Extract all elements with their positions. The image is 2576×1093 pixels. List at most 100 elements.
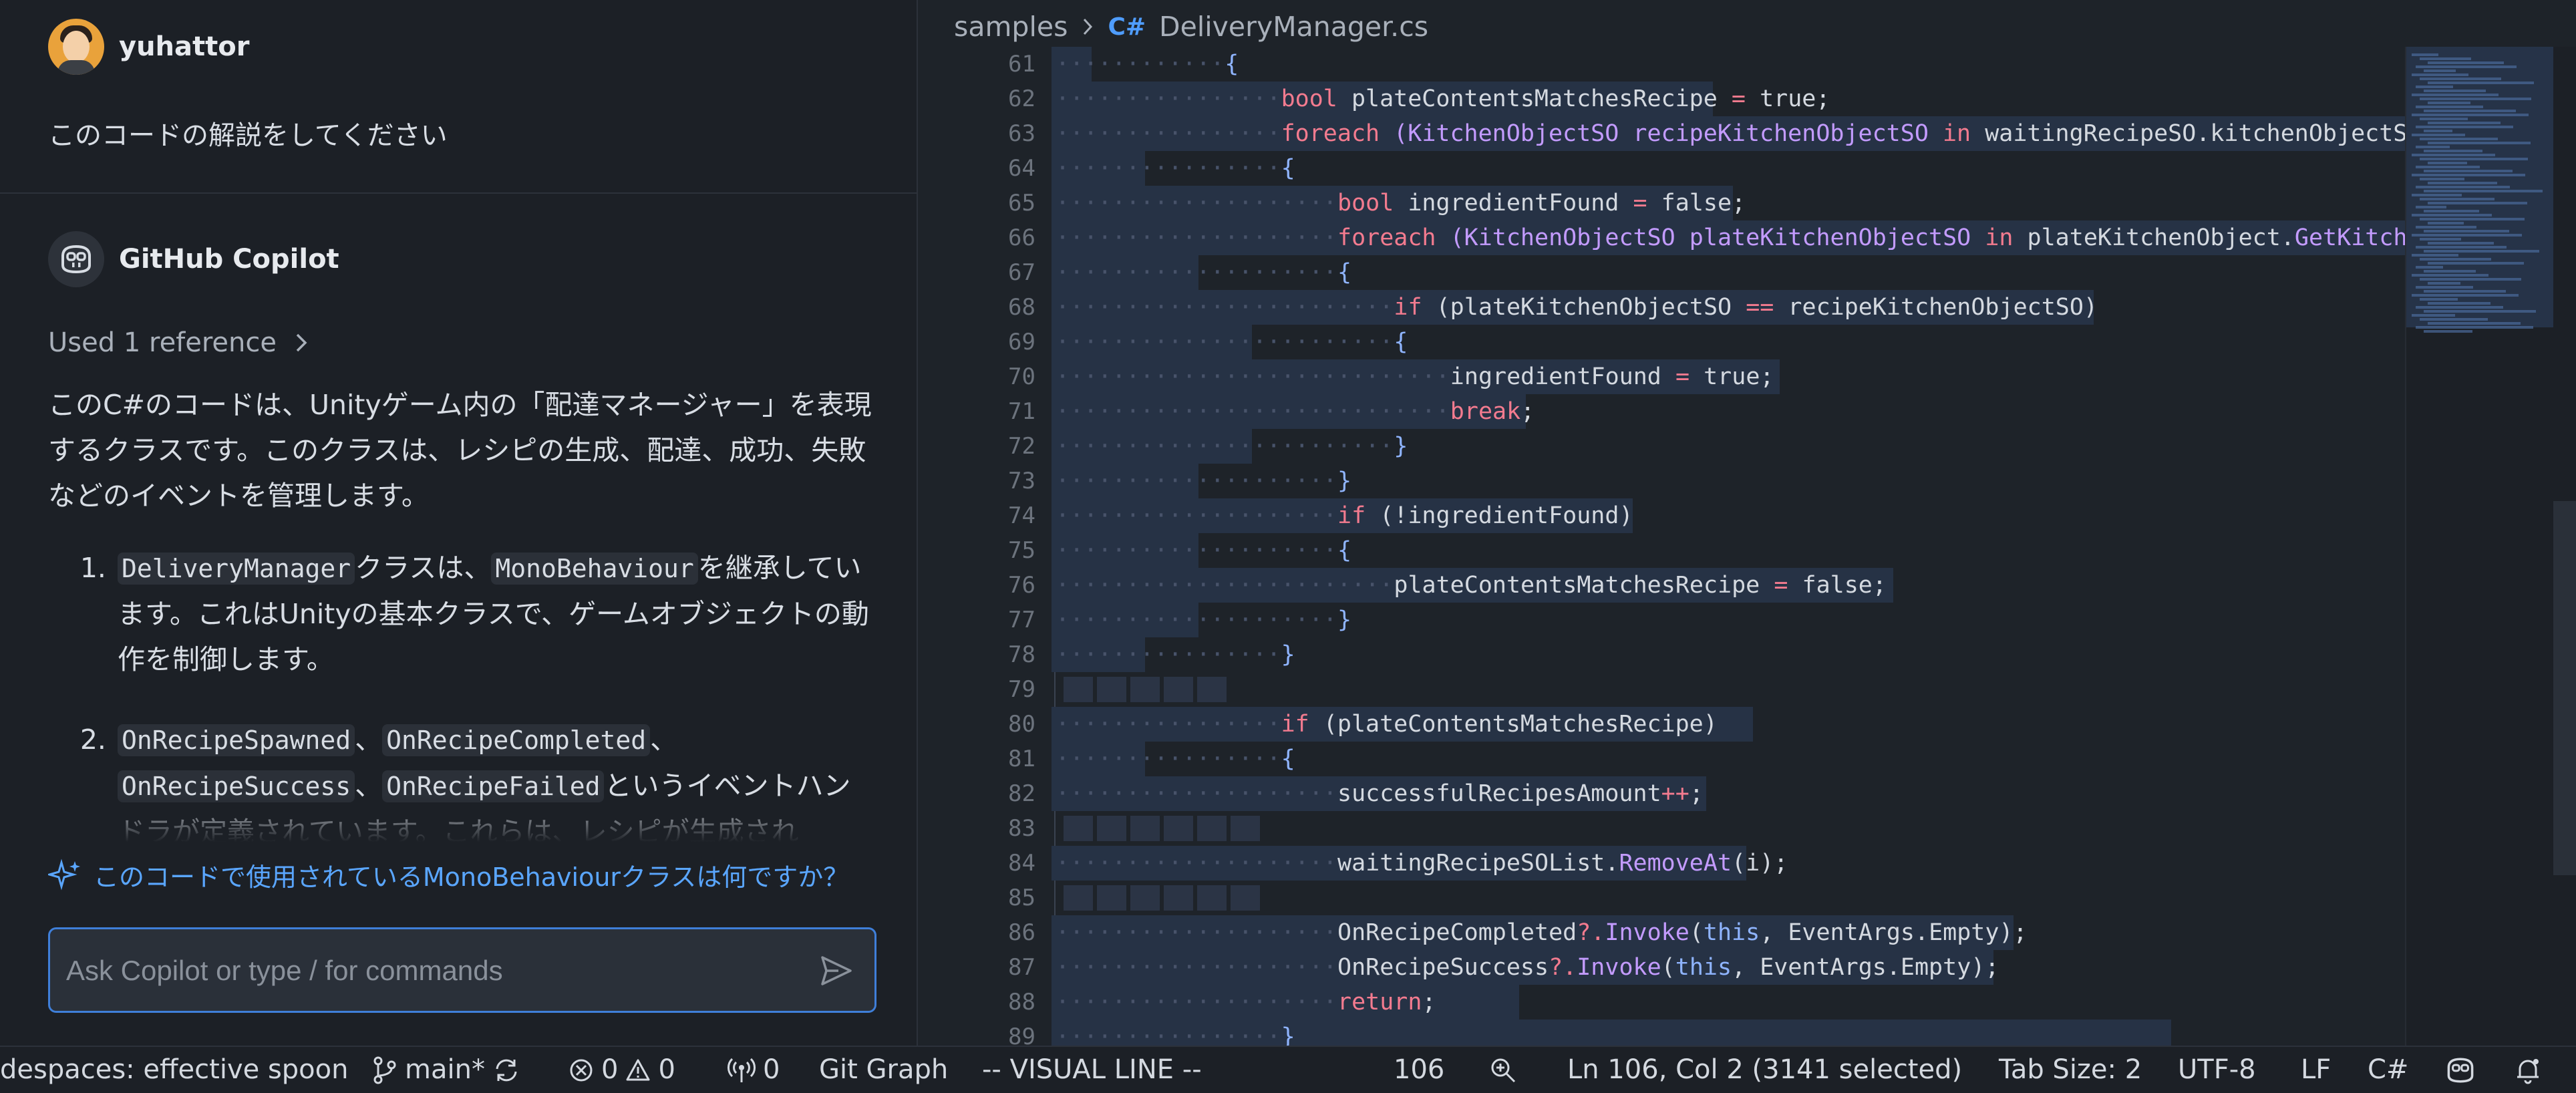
minimap-line xyxy=(2428,302,2490,305)
code-line[interactable]: 72 ························} xyxy=(918,429,2405,464)
code-text: { xyxy=(1225,51,1239,77)
zoom-icon xyxy=(1491,1058,1516,1082)
language-mode[interactable]: C# xyxy=(2368,1047,2408,1093)
chat-input[interactable] xyxy=(65,929,789,1012)
code-area[interactable]: 61 ············{62 ················ bool pl… xyxy=(918,47,2422,1046)
send-icon[interactable] xyxy=(817,952,854,989)
line-number: 79 xyxy=(1008,676,1035,703)
minimap-line xyxy=(2428,222,2464,224)
code-line[interactable]: 83 xyxy=(918,811,2405,846)
chat-input-box xyxy=(48,927,876,1013)
code-line[interactable]: 69 ························{ xyxy=(918,325,2405,359)
minimap-line xyxy=(2412,73,2468,76)
encoding[interactable]: UTF-8 xyxy=(2178,1047,2256,1093)
code-line[interactable]: 81 ················{ xyxy=(918,742,2405,776)
branch-status[interactable]: main* xyxy=(371,1047,521,1093)
code-line[interactable]: 88 ···················· return; xyxy=(918,985,2405,1020)
codespace-status[interactable]: despaces: effective spoon xyxy=(0,1047,348,1093)
minimap-line xyxy=(2428,202,2527,204)
code-text: if (!ingredientFound) xyxy=(1337,502,1633,529)
minimap-line xyxy=(2420,258,2491,261)
error-count: 0 xyxy=(601,1054,619,1085)
whitespace-dots: ················ xyxy=(1056,1024,1281,1046)
whitespace-dots: ···················· xyxy=(1056,607,1337,633)
encoding-label: UTF-8 xyxy=(2178,1054,2256,1085)
code-line[interactable]: 62 ················ bool plateContentsMatc… xyxy=(918,82,2405,116)
code-line[interactable]: 73 ····················} xyxy=(918,464,2405,498)
code-line[interactable]: 61 ············{ xyxy=(918,47,2405,82)
line-number: 67 xyxy=(1008,259,1035,286)
code-line[interactable]: 66 ···················· foreach (KitchenOb… xyxy=(918,220,2422,255)
end-of-line[interactable]: LF xyxy=(2301,1047,2331,1093)
code-line[interactable]: 64 ················{ xyxy=(918,151,2405,186)
tab-size[interactable]: Tab Size: 2 xyxy=(1999,1047,2142,1093)
code-text: } xyxy=(1281,1024,1295,1046)
code-text: bool ingredientFound = false; xyxy=(1337,190,1746,216)
code-line[interactable]: 70 ···························· ingredient… xyxy=(918,359,2405,394)
list-text: クラスは、 xyxy=(355,552,492,584)
code-line[interactable]: 76 ························ plateContentsM… xyxy=(918,568,2405,603)
code-line[interactable]: 89 ················} xyxy=(918,1020,2405,1046)
minimap-line xyxy=(2428,322,2521,325)
scrollbar-thumb[interactable] xyxy=(2553,501,2576,875)
code-line[interactable]: 82 ···················· successfulRecipesA… xyxy=(918,776,2405,811)
line-number: 65 xyxy=(1008,190,1035,216)
user-avatar xyxy=(48,19,104,75)
used-reference-toggle[interactable]: Used 1 reference xyxy=(48,327,309,358)
minimap-line xyxy=(2416,126,2513,128)
copilot-status[interactable] xyxy=(2444,1047,2477,1093)
vim-mode-label: -- VISUAL LINE -- xyxy=(982,1054,1202,1085)
line-number: 84 xyxy=(1008,850,1035,877)
error-icon xyxy=(570,1059,593,1081)
code-line[interactable]: 74 ···················· if (!ingredientFou… xyxy=(918,498,2405,533)
code-line[interactable]: 63 ················ foreach (KitchenObject… xyxy=(918,116,2421,151)
minimap-line xyxy=(2416,286,2473,289)
csharp-file-icon: C# xyxy=(1108,13,1146,41)
minimap-line xyxy=(2424,170,2513,172)
breadcrumb-file[interactable]: DeliveryManager.cs xyxy=(1159,11,1428,43)
whitespace-dots: ···················· xyxy=(1056,989,1337,1016)
copilot-chat-panel: yuhattor このコードの解説をしてください GitHub Copilot … xyxy=(0,0,918,1046)
code-line[interactable]: 86 ···················· OnRecipeCompleted?… xyxy=(918,915,2405,950)
copilot-icon xyxy=(2447,1058,2474,1082)
minimap-line xyxy=(2424,190,2543,192)
cursor-position[interactable]: Ln 106, Col 2 (3141 selected) xyxy=(1567,1047,1962,1093)
notifications-button[interactable] xyxy=(2513,1047,2543,1093)
ports-status[interactable]: 0 xyxy=(727,1047,780,1093)
minimap[interactable] xyxy=(2405,47,2576,1046)
line-number: 78 xyxy=(1008,641,1035,668)
git-graph-button[interactable]: Git Graph xyxy=(819,1047,948,1093)
zoom-button[interactable] xyxy=(1488,1047,1518,1093)
code-line[interactable]: 84 ···················· waitingRecipeSOLis… xyxy=(918,846,2405,881)
whitespace-dots: ···················· xyxy=(1056,780,1337,807)
code-line[interactable]: 80 ················ if (plateContentsMatch… xyxy=(918,707,2405,742)
code-text: OnRecipeCompleted?.Invoke(this, EventArg… xyxy=(1337,919,2028,946)
git-graph-label: Git Graph xyxy=(819,1054,949,1085)
code-line[interactable]: 79 xyxy=(918,672,2405,707)
problems-status[interactable]: 0 0 xyxy=(568,1047,675,1093)
code-line[interactable]: 68 ························ if (plateKitch… xyxy=(918,290,2405,325)
code-line[interactable]: 77 ····················} xyxy=(918,603,2405,637)
code-line[interactable]: 65 ···················· bool ingredientFou… xyxy=(918,186,2405,220)
minimap-line xyxy=(2428,102,2470,104)
whitespace-dots: ···················· xyxy=(1056,224,1337,251)
code-line[interactable]: 71 ···························· break; xyxy=(918,394,2405,429)
code-line[interactable]: 78 ················} xyxy=(918,637,2405,672)
minimap-line xyxy=(2420,77,2501,80)
code-line[interactable]: 87 ···················· OnRecipeSuccess?.I… xyxy=(918,950,2405,985)
minimap-line xyxy=(2420,57,2471,60)
code-text: if (plateContentsMatchesRecipe) xyxy=(1281,711,1718,738)
suggested-question[interactable]: このコードで使用されているMonoBehaviourクラスは何ですか？ xyxy=(48,856,848,893)
code-text: if (plateKitchenObjectSO == recipeKitche… xyxy=(1394,294,2098,321)
code-text: { xyxy=(1394,329,1408,355)
whitespace-dots: ················ xyxy=(1056,641,1281,668)
language-label: C# xyxy=(2368,1054,2409,1085)
minimap-line xyxy=(2420,238,2461,241)
whitespace-dots: ························ xyxy=(1056,433,1394,460)
code-text: foreach (KitchenObjectSO plateKitchenObj… xyxy=(1337,224,2422,251)
inline-code: DeliveryManager xyxy=(118,553,355,585)
code-line[interactable]: 75 ····················{ xyxy=(918,533,2405,568)
code-line[interactable]: 85 xyxy=(918,881,2405,915)
code-line[interactable]: 67 ····················{ xyxy=(918,255,2405,290)
breadcrumb-folder[interactable]: samples xyxy=(954,11,1068,43)
